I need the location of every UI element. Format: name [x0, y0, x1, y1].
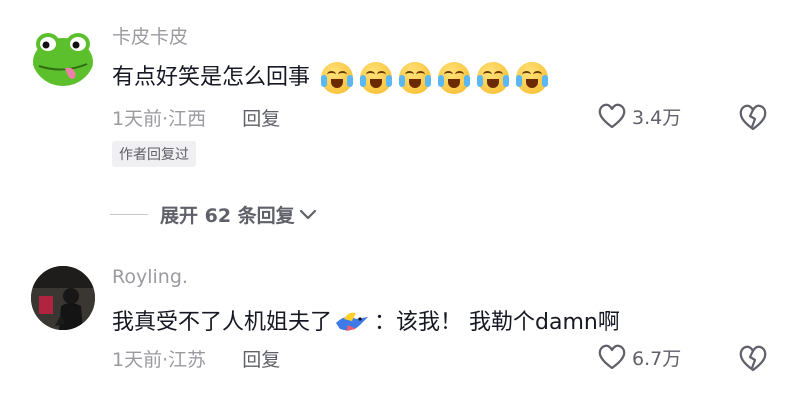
laughing-crying-emoji-icon: [399, 62, 432, 94]
comment-text: 有点好笑是怎么回事: [112, 59, 549, 94]
laughing-crying-emoji-icon: [360, 62, 393, 94]
avatar[interactable]: [31, 266, 95, 330]
flying-bird-sticker-icon: [336, 312, 369, 331]
dislike-button[interactable]: [737, 102, 769, 132]
comment-text-body: 有点好笑是怎么回事: [112, 65, 311, 90]
like-button[interactable]: 3.4万: [597, 102, 681, 130]
comment-meta: 1天前·江苏 回复: [112, 345, 280, 372]
broken-heart-icon: [739, 104, 767, 131]
comment-location: 江西: [168, 108, 207, 130]
username[interactable]: Royling.: [112, 266, 188, 288]
laughing-crying-emoji-icon: [438, 62, 471, 94]
comment-meta: 1天前·江西 回复: [112, 104, 280, 131]
comment-text-before: 我真受不了人机姐夫了: [112, 310, 333, 335]
laughing-crying-emoji-icon: [477, 62, 510, 94]
laughing-crying-emoji-icon: [321, 62, 354, 94]
avatar[interactable]: [31, 22, 95, 86]
comment-time: 1天前: [112, 108, 163, 130]
divider-line: [110, 214, 148, 215]
username[interactable]: 卡皮卡皮: [112, 22, 188, 49]
like-count: 3.4万: [632, 106, 682, 129]
comment-text-after: ：该我！ 我勒个damn啊: [374, 310, 620, 335]
expand-replies-label: 展开 62 条回复: [160, 205, 295, 227]
dislike-button[interactable]: [737, 343, 769, 373]
heart-outline-icon: [598, 103, 626, 129]
emoji-row: [321, 62, 549, 94]
comment-item: 卡皮卡皮 有点好笑是怎么回事 1天前·江西 回复 作者回复过 3.4万: [0, 0, 800, 190]
comment-location: 江苏: [168, 349, 207, 371]
reply-button[interactable]: 回复: [242, 108, 280, 130]
frog-avatar-icon: [31, 22, 95, 86]
comment-time: 1天前: [112, 349, 163, 371]
comment-text: 我真受不了人机姐夫了 ：该我！ 我勒个damn啊: [112, 304, 620, 337]
laughing-crying-emoji-icon: [516, 62, 549, 94]
broken-heart-icon: [739, 345, 767, 372]
heart-outline-icon: [598, 344, 626, 370]
person-photo-avatar-icon: [31, 266, 95, 330]
expand-replies-button[interactable]: 展开 62 条回复: [110, 201, 317, 228]
reply-button[interactable]: 回复: [242, 349, 280, 371]
author-replied-tag: 作者回复过: [112, 141, 196, 167]
like-count: 6.7万: [632, 347, 682, 370]
like-button[interactable]: 6.7万: [597, 343, 681, 371]
chevron-down-icon: [299, 209, 316, 219]
